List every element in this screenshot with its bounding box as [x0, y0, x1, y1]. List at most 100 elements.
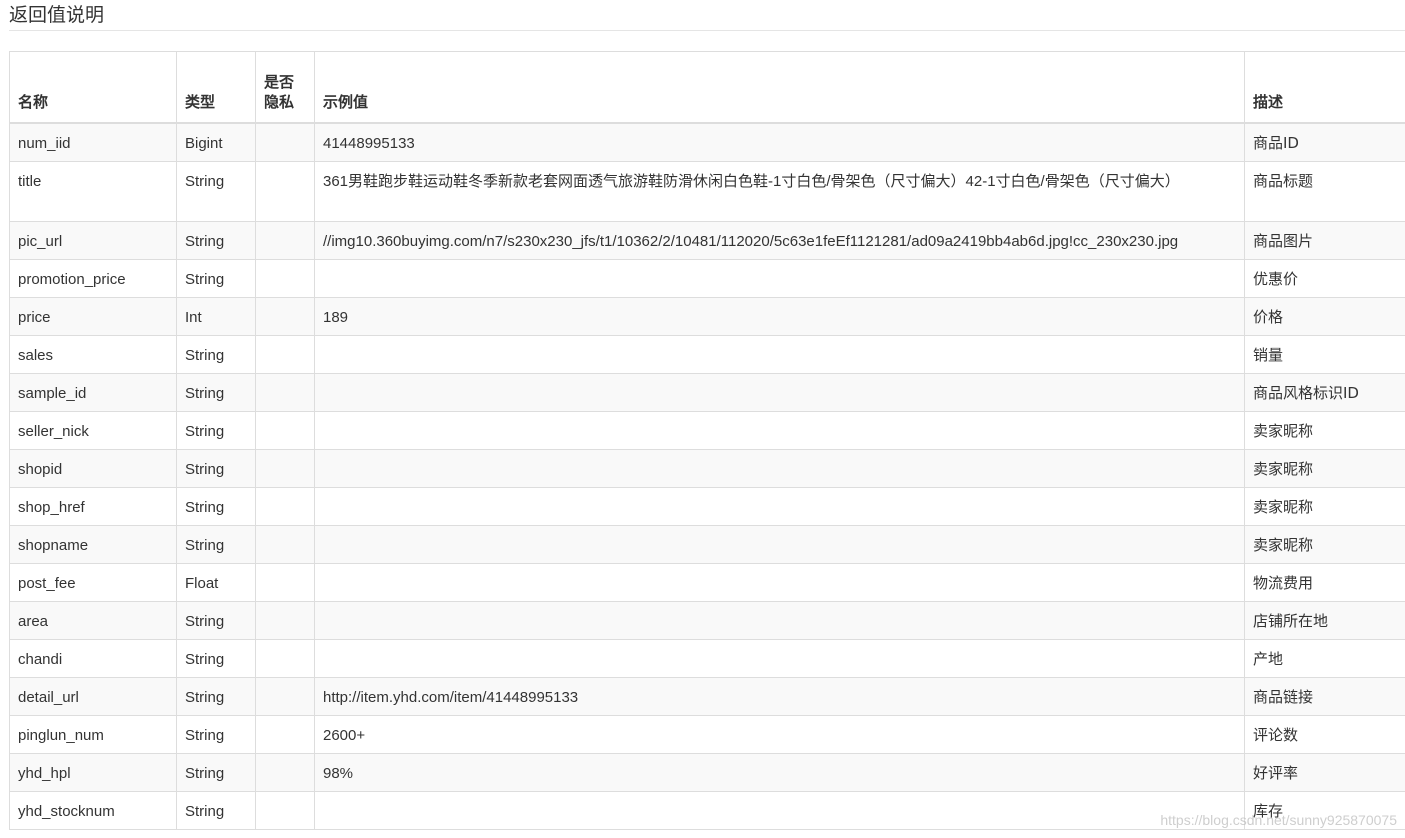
cell-example: http://item.yhd.com/item/41448995133	[314, 676, 1245, 716]
cell-description: 销量	[1244, 334, 1405, 374]
cell-description: 产地	[1244, 638, 1405, 678]
cell-private	[255, 714, 315, 754]
cell-example	[314, 486, 1245, 526]
cell-private	[255, 410, 315, 450]
section-title: 返回值说明	[9, 0, 1405, 31]
cell-private	[255, 524, 315, 564]
cell-type: String	[176, 524, 256, 564]
table-row: post_fee Float 物流费用	[9, 562, 1405, 602]
table-row: seller_nick String 卖家昵称	[9, 410, 1405, 450]
cell-type: String	[176, 372, 256, 412]
cell-description: 价格	[1244, 296, 1405, 336]
cell-description: 商品ID	[1244, 122, 1405, 162]
cell-private	[255, 296, 315, 336]
table-row: title String 361男鞋跑步鞋运动鞋冬季新款老套网面透气旅游鞋防滑休闲白…	[9, 160, 1405, 222]
table-header-row: 名称 类型 是否隐私 示例值 描述	[9, 51, 1405, 124]
cell-example: 361男鞋跑步鞋运动鞋冬季新款老套网面透气旅游鞋防滑休闲白色鞋-1寸白色/骨架色…	[314, 160, 1245, 222]
cell-name: sample_id	[9, 372, 177, 412]
cell-example: 189	[314, 296, 1245, 336]
cell-example	[314, 410, 1245, 450]
cell-description: 店铺所在地	[1244, 600, 1405, 640]
cell-description: 好评率	[1244, 752, 1405, 792]
cell-private	[255, 258, 315, 298]
table-row: area String 店铺所在地	[9, 600, 1405, 640]
cell-example	[314, 562, 1245, 602]
cell-example: //img10.360buyimg.com/n7/s230x230_jfs/t1…	[314, 220, 1245, 260]
cell-private	[255, 790, 315, 830]
cell-type: String	[176, 676, 256, 716]
cell-private	[255, 752, 315, 792]
cell-name: sales	[9, 334, 177, 374]
cell-type: String	[176, 220, 256, 260]
cell-name: pinglun_num	[9, 714, 177, 754]
cell-name: shopid	[9, 448, 177, 488]
cell-name: shop_href	[9, 486, 177, 526]
cell-private	[255, 448, 315, 488]
table-row: chandi String 产地	[9, 638, 1405, 678]
cell-private	[255, 122, 315, 162]
cell-example	[314, 258, 1245, 298]
cell-description: 优惠价	[1244, 258, 1405, 298]
table-row: sales String 销量	[9, 334, 1405, 374]
cell-type: String	[176, 600, 256, 640]
cell-private	[255, 562, 315, 602]
cell-name: title	[9, 160, 177, 222]
cell-type: String	[176, 790, 256, 830]
cell-name: seller_nick	[9, 410, 177, 450]
cell-name: post_fee	[9, 562, 177, 602]
cell-example	[314, 372, 1245, 412]
cell-example	[314, 524, 1245, 564]
cell-example	[314, 334, 1245, 374]
table-row: num_iid Bigint 41448995133 商品ID	[9, 122, 1405, 162]
table-row: shopid String 卖家昵称	[9, 448, 1405, 488]
cell-description: 商品标题	[1244, 160, 1405, 222]
cell-private	[255, 334, 315, 374]
table-row: pic_url String //img10.360buyimg.com/n7/s2…	[9, 220, 1405, 260]
table-row: price Int 189 价格	[9, 296, 1405, 336]
header-private: 是否隐私	[255, 51, 315, 124]
cell-private	[255, 372, 315, 412]
cell-private	[255, 600, 315, 640]
table-row: detail_url String http://item.yhd.com/item…	[9, 676, 1405, 716]
cell-type: String	[176, 638, 256, 678]
cell-type: String	[176, 258, 256, 298]
cell-example: 2600+	[314, 714, 1245, 754]
cell-private	[255, 220, 315, 260]
cell-example: 41448995133	[314, 122, 1245, 162]
cell-name: price	[9, 296, 177, 336]
cell-type: String	[176, 334, 256, 374]
table-row: shopname String 卖家昵称	[9, 524, 1405, 564]
cell-example	[314, 600, 1245, 640]
table-row: yhd_hpl String 98% 好评率	[9, 752, 1405, 792]
watermark: https://blog.csdn.net/sunny925870075	[1160, 812, 1397, 828]
cell-name: num_iid	[9, 122, 177, 162]
table-header: 名称 类型 是否隐私 示例值 描述	[9, 51, 1405, 124]
cell-private	[255, 638, 315, 678]
cell-example	[314, 790, 1245, 830]
cell-name: shopname	[9, 524, 177, 564]
cell-example	[314, 448, 1245, 488]
cell-description: 卖家昵称	[1244, 524, 1405, 564]
cell-type: Int	[176, 296, 256, 336]
cell-example	[314, 638, 1245, 678]
cell-type: String	[176, 448, 256, 488]
cell-description: 商品图片	[1244, 220, 1405, 260]
cell-name: area	[9, 600, 177, 640]
table-row: shop_href String 卖家昵称	[9, 486, 1405, 526]
header-type: 类型	[176, 51, 256, 124]
cell-description: 物流费用	[1244, 562, 1405, 602]
cell-type: String	[176, 486, 256, 526]
cell-description: 商品链接	[1244, 676, 1405, 716]
cell-name: yhd_hpl	[9, 752, 177, 792]
header-example: 示例值	[314, 51, 1245, 124]
table-body: num_iid Bigint 41448995133 商品ID title String 3…	[9, 122, 1405, 830]
cell-name: chandi	[9, 638, 177, 678]
cell-description: 卖家昵称	[1244, 410, 1405, 450]
cell-type: String	[176, 160, 256, 222]
cell-private	[255, 160, 315, 222]
table-row: pinglun_num String 2600+ 评论数	[9, 714, 1405, 754]
cell-description: 商品风格标识ID	[1244, 372, 1405, 412]
cell-type: Float	[176, 562, 256, 602]
cell-private	[255, 676, 315, 716]
table-row: sample_id String 商品风格标识ID	[9, 372, 1405, 412]
